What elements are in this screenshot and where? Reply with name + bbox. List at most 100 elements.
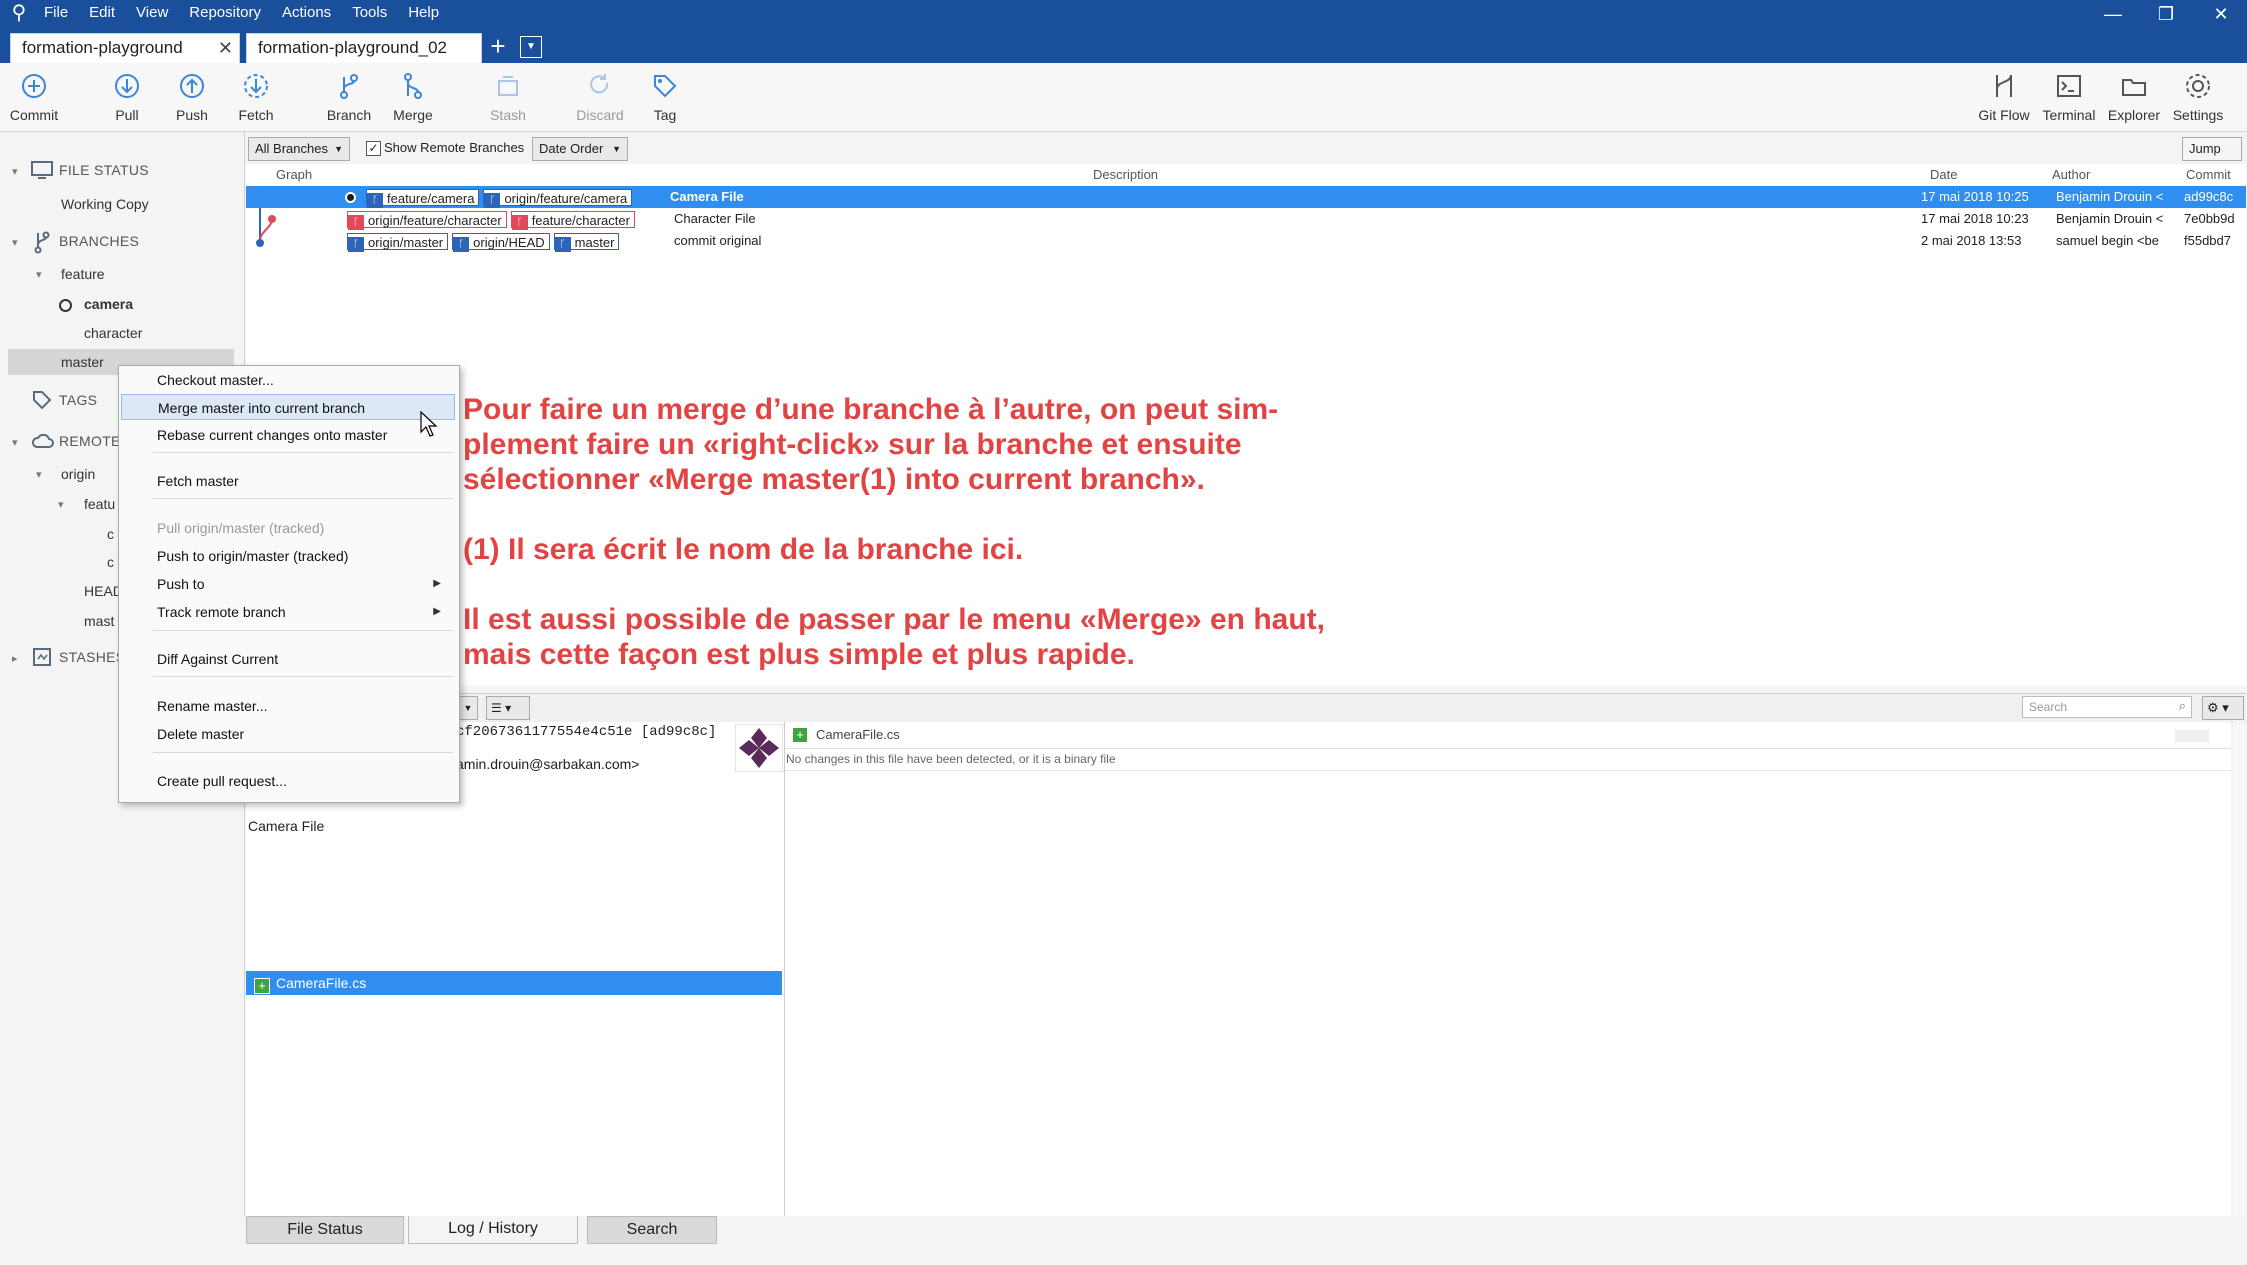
stash-button[interactable]: Stash (476, 71, 540, 123)
chevron-down-icon[interactable]: ▾ (36, 468, 42, 481)
chevron-right-icon[interactable]: ▸ (12, 652, 18, 665)
tab-log-history[interactable]: Log / History (408, 1216, 578, 1244)
menu-tools[interactable]: Tools (352, 4, 387, 21)
discard-button[interactable]: Discard (568, 71, 632, 123)
chevron-down-icon[interactable]: ▾ (12, 236, 18, 249)
chevron-down-icon[interactable]: ▾ (58, 498, 64, 511)
commit-hash: f55dbd7 (2184, 233, 2231, 248)
order-select[interactable]: Date Order ▼ (532, 137, 628, 161)
branch-filter-select[interactable]: All Branches ▼ (248, 137, 350, 161)
push-button[interactable]: Push (160, 71, 224, 123)
tab-formation-playground-02[interactable]: formation-playground_02 (246, 33, 482, 63)
branch-button[interactable]: Branch (317, 71, 381, 123)
fetch-label: Fetch (238, 107, 274, 123)
menu-view[interactable]: View (136, 4, 168, 21)
sidebar-item-origin-camera[interactable]: c (107, 526, 114, 542)
sidebar-item-working-copy[interactable]: Working Copy (61, 196, 149, 212)
search-placeholder: Search (2029, 700, 2068, 714)
file-added-icon: + (793, 728, 807, 742)
menu-item-diff-against-current[interactable]: Diff Against Current (121, 646, 455, 672)
tab-file-status[interactable]: File Status (246, 1216, 404, 1244)
commit-icon (22, 74, 46, 98)
mouse-cursor-icon (420, 411, 438, 437)
column-commit[interactable]: Commit (2186, 167, 2231, 182)
commit-author: samuel begin <be (2056, 233, 2159, 248)
tag-button[interactable]: Tag (633, 71, 697, 123)
sidebar-item-master[interactable]: master (61, 354, 104, 370)
branches-header[interactable]: BRANCHES (59, 233, 139, 249)
jump-to-button[interactable]: Jump to: (2182, 137, 2242, 178)
column-author[interactable]: Author (2052, 167, 2090, 182)
restore-icon[interactable]: ❐ (2151, 4, 2181, 25)
menu-help[interactable]: Help (408, 4, 439, 21)
column-description[interactable]: Description (1093, 167, 1158, 182)
explorer-button[interactable]: Explorer (2102, 71, 2166, 123)
add-tab-icon[interactable]: + (486, 33, 510, 59)
menu-item-push-to[interactable]: Push to ▶ (121, 571, 455, 597)
commit-hash: 7e0bb9d (2184, 211, 2235, 226)
menu-repository[interactable]: Repository (189, 4, 261, 21)
menu-item-merge-into-current[interactable]: Merge master into current branch (121, 394, 455, 420)
ref-text: origin/HEAD (473, 235, 545, 251)
push-icon (180, 74, 204, 98)
chevron-down-icon[interactable]: ▾ (12, 436, 18, 449)
tab-search[interactable]: Search (587, 1216, 717, 1244)
table-row[interactable]: ᚴ origin/master ᚴ origin/HEAD ᚴ master commit… (246, 230, 2246, 253)
file-list-item[interactable]: + CameraFile.cs (246, 971, 782, 995)
list-view-select[interactable]: ☰ ▾ (486, 696, 530, 720)
menu-item-label: Push to (157, 576, 205, 592)
ref-text: feature/character (531, 213, 630, 229)
commit-button[interactable]: Commit (2, 71, 66, 123)
merge-button[interactable]: Merge (381, 71, 445, 123)
menu-item-track-remote[interactable]: Track remote branch ▶ (121, 599, 455, 625)
terminal-button[interactable]: Terminal (2037, 71, 2101, 123)
sidebar-item-character[interactable]: character (84, 325, 142, 341)
tags-header[interactable]: TAGS (59, 392, 97, 408)
diff-scrollbar[interactable] (2233, 722, 2245, 1216)
menu-item-push-tracked[interactable]: Push to origin/master (tracked) (121, 543, 455, 569)
branch-filter-value: All Branches (255, 141, 328, 156)
bottom-tabs: File Status Log / History Search (244, 1216, 2247, 1265)
tab-formation-playground[interactable]: formation-playground ✕ (10, 33, 240, 63)
settings-label: Settings (2172, 107, 2224, 123)
show-remote-checkbox[interactable]: ✓ (366, 141, 381, 156)
file-status-header[interactable]: FILE STATUS (59, 162, 149, 178)
table-row[interactable]: ᚴ feature/camera ᚴ origin/feature/camera Ca… (246, 186, 2246, 209)
minimize-icon[interactable]: — (2098, 4, 2128, 25)
column-date[interactable]: Date (1930, 167, 1957, 182)
sidebar-item-origin[interactable]: origin (61, 466, 95, 482)
diff-options-button[interactable] (2175, 730, 2209, 742)
menu-edit[interactable]: Edit (89, 4, 115, 21)
menu-file[interactable]: File (44, 4, 68, 21)
branch-ref-label: ᚴ origin/HEAD (452, 233, 550, 253)
tab-menu-chevron-icon[interactable]: ▼ (520, 36, 542, 58)
view-mode-select[interactable]: ▼ (458, 696, 478, 720)
menu-item-create-pull-request[interactable]: Create pull request... (121, 768, 455, 794)
column-graph[interactable]: Graph (276, 167, 312, 182)
chevron-down-icon[interactable]: ▾ (12, 165, 18, 178)
sidebar-item-origin-feature[interactable]: featu (84, 496, 115, 512)
sidebar-item-feature[interactable]: feature (61, 266, 105, 282)
chevron-down-icon[interactable]: ▾ (36, 268, 42, 281)
details-settings-button[interactable]: ⚙ ▾ (2202, 696, 2244, 720)
sidebar-item-camera[interactable]: camera (84, 296, 133, 312)
close-window-icon[interactable]: ✕ (2206, 4, 2236, 25)
chevron-down-icon: ▼ (463, 703, 473, 713)
close-tab-icon[interactable]: ✕ (218, 34, 233, 62)
stashes-header[interactable]: STASHES (59, 649, 125, 665)
menu-item-rebase[interactable]: Rebase current changes onto master (121, 422, 455, 448)
table-row[interactable]: ᚴ origin/feature/character ᚴ feature/charac… (246, 208, 2246, 231)
menu-item-delete[interactable]: Delete master (121, 721, 455, 747)
pull-button[interactable]: Pull (95, 71, 159, 123)
menu-item-fetch[interactable]: Fetch master (121, 468, 455, 494)
git-flow-button[interactable]: Git Flow (1972, 71, 2036, 123)
fetch-button[interactable]: Fetch (224, 71, 288, 123)
sidebar-item-origin-character[interactable]: c (107, 554, 114, 570)
menu-actions[interactable]: Actions (282, 4, 331, 21)
commit-full-hash: cf2067361177554e4c51e [ad99c8c] (456, 724, 717, 740)
search-field[interactable]: Search ⌕ (2022, 696, 2192, 718)
menu-item-rename[interactable]: Rename master... (121, 693, 455, 719)
sidebar-item-origin-master[interactable]: mast (84, 613, 114, 629)
menu-item-checkout[interactable]: Checkout master... (121, 367, 455, 393)
settings-button[interactable]: Settings (2166, 71, 2230, 123)
